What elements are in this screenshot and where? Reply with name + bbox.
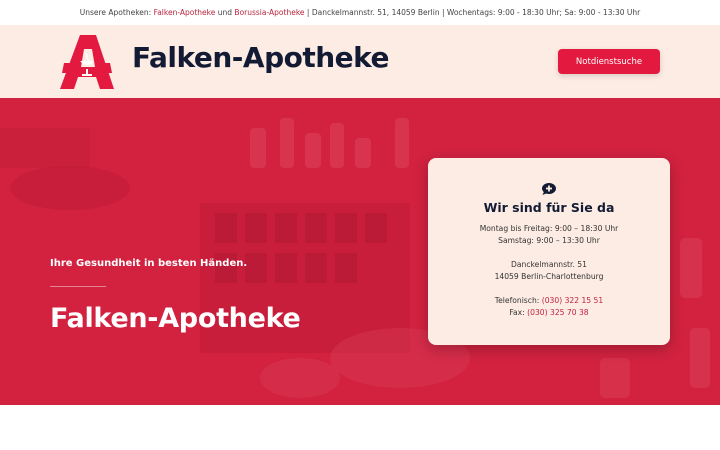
site-header: Falken-Apotheke Notdienstsuche — [0, 25, 720, 98]
card-details: Montag bis Freitag: 9:00 – 18:30 Uhr Sam… — [428, 223, 670, 319]
topbar-prefix: Unsere Apotheken: — [79, 8, 152, 17]
fax-label: Fax: — [509, 308, 525, 317]
hours-weekday: Montag bis Freitag: 9:00 – 18:30 Uhr — [479, 224, 619, 233]
hours-saturday: Samstag: 9:00 – 13:30 Uhr — [498, 236, 600, 245]
topbar-link-borussia[interactable]: Borussia-Apotheke — [234, 8, 304, 17]
address-street: Danckelmannstr. 51 — [511, 260, 587, 269]
topbar-address-hours: | Danckelmannstr. 51, 14059 Berlin | Woc… — [306, 8, 641, 17]
card-title: Wir sind für Sie da — [483, 200, 615, 215]
hero-title: Falken-Apotheke — [50, 303, 301, 334]
site-title[interactable]: Falken-Apotheke — [132, 41, 390, 74]
address-city: 14059 Berlin-Charlottenburg — [494, 272, 604, 281]
fax-link[interactable]: (030) 325 70 38 — [527, 308, 588, 317]
hero-section: Ihre Gesundheit in besten Händen. Falken… — [0, 98, 720, 405]
content-area — [0, 405, 720, 450]
fax-line: Fax: (030) 325 70 38 — [428, 307, 670, 319]
chat-plus-icon — [542, 183, 556, 195]
phone-link[interactable]: (030) 322 15 51 — [542, 296, 603, 305]
phone-label: Telefonisch: — [494, 296, 540, 305]
contact-card: Wir sind für Sie da Montag bis Freitag: … — [428, 158, 670, 345]
hero-tagline: Ihre Gesundheit in besten Händen. — [50, 258, 248, 269]
phone-line: Telefonisch: (030) 322 15 51 — [428, 295, 670, 307]
topbar-link-falken[interactable]: Falken-Apotheke — [154, 8, 216, 17]
top-info-bar: Unsere Apotheken: Falken-Apotheke und Bo… — [0, 0, 720, 25]
notdienstsuche-button[interactable]: Notdienstsuche — [558, 49, 660, 74]
hero-divider — [50, 286, 106, 287]
topbar-conj: und — [217, 8, 233, 17]
apotheke-a-logo-icon[interactable] — [60, 33, 114, 89]
